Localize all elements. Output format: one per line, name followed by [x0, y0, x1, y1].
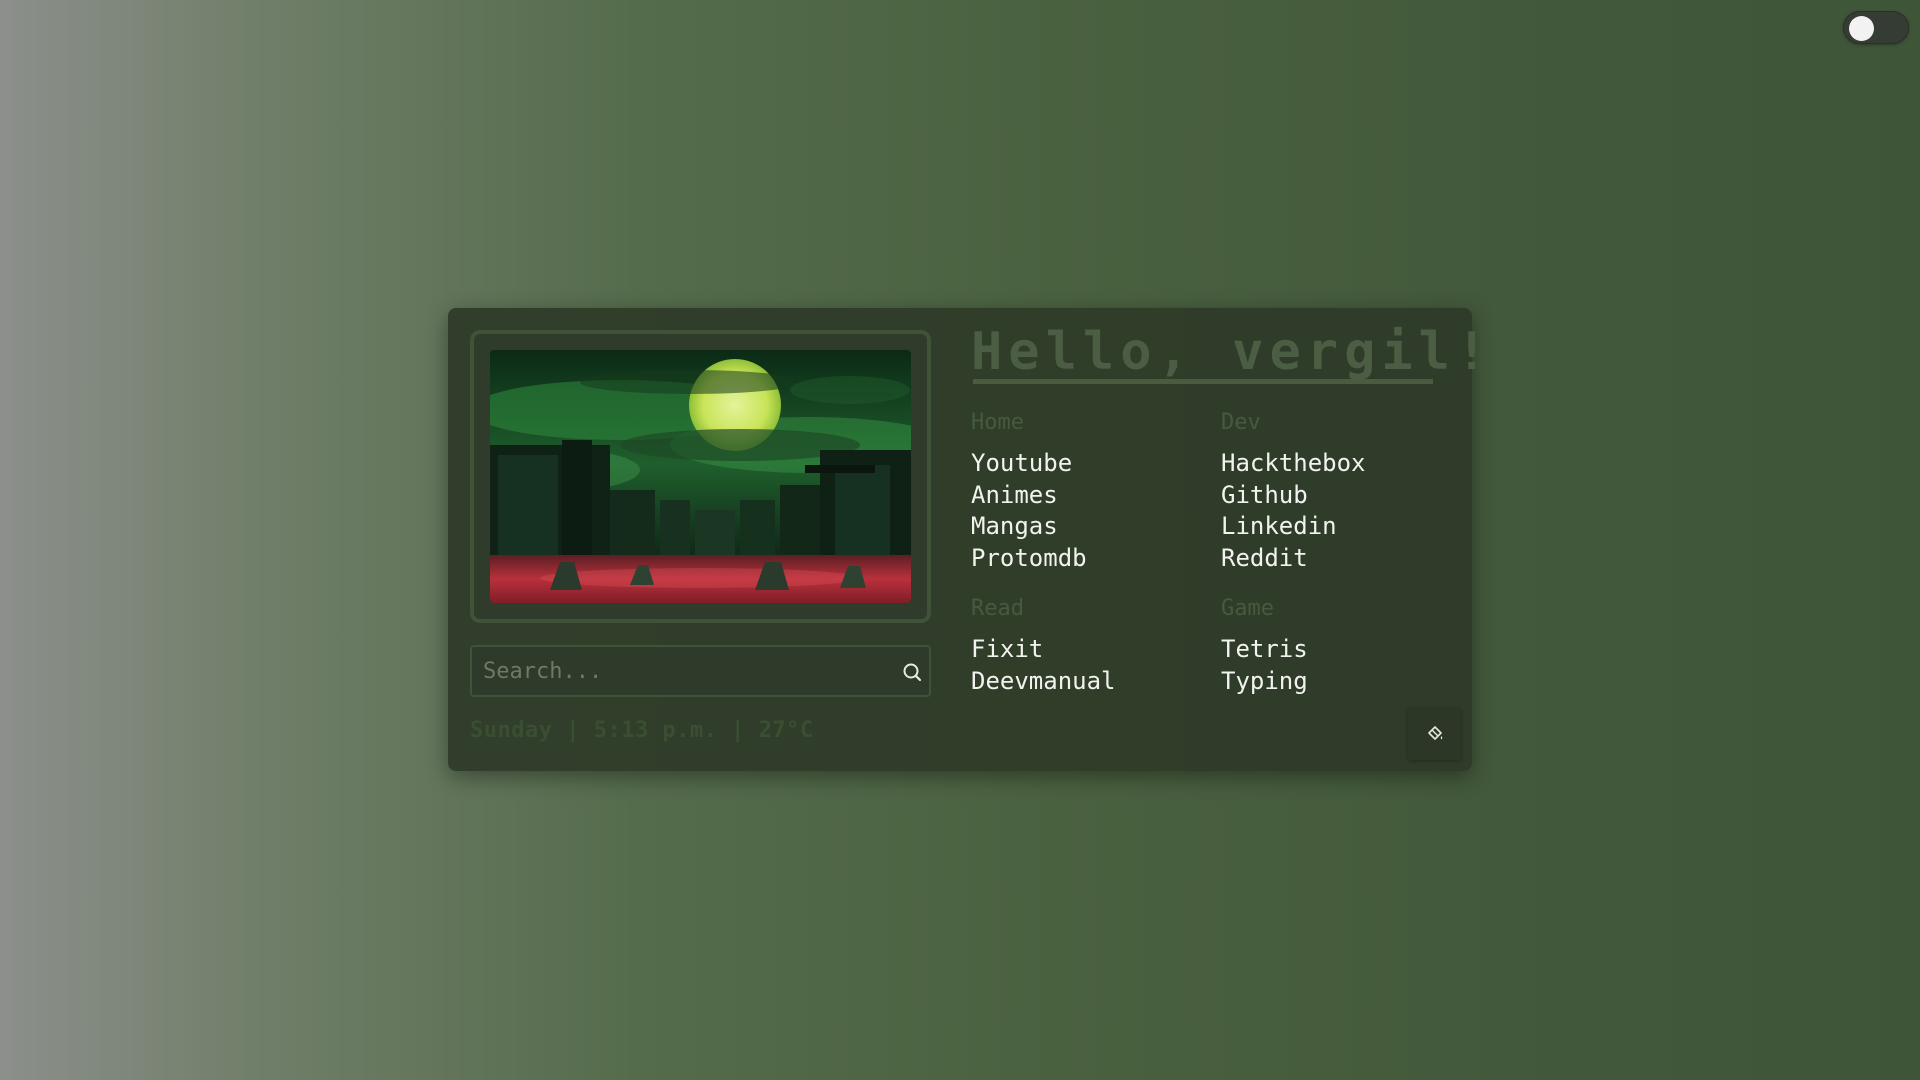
toggle-knob [1849, 16, 1874, 41]
link-group-home: Home Youtube Animes Mangas Protomdb [971, 410, 1201, 574]
link-github[interactable]: Github [1221, 480, 1451, 512]
search-input[interactable]: Search... [483, 659, 602, 684]
group-title: Home [971, 410, 1024, 435]
status-bar: Sunday | 5:13 p.m. | 27°C [470, 718, 814, 743]
greeting-underline [973, 379, 1433, 384]
link-youtube[interactable]: Youtube [971, 448, 1201, 480]
group-title: Game [1221, 596, 1274, 621]
banner-frame [470, 330, 931, 623]
banner-image [490, 350, 911, 603]
paint-bucket-icon [1428, 726, 1443, 740]
search-box[interactable]: Search... [470, 645, 931, 697]
link-deevmanual[interactable]: Deevmanual [971, 666, 1201, 698]
search-icon[interactable] [900, 660, 924, 684]
link-fixit[interactable]: Fixit [971, 634, 1201, 666]
group-title: Dev [1221, 410, 1261, 435]
link-group-dev: Dev Hackthebox Github Linkedin Reddit [1221, 410, 1451, 574]
link-protomdb[interactable]: Protomdb [971, 543, 1201, 575]
greeting-title: Hello, vergil! [971, 322, 1494, 382]
theme-settings-button[interactable] [1408, 708, 1461, 760]
link-mangas[interactable]: Mangas [971, 511, 1201, 543]
theme-toggle[interactable] [1843, 11, 1909, 44]
link-group-read: Read Fixit Deevmanual [971, 596, 1201, 697]
link-reddit[interactable]: Reddit [1221, 543, 1451, 575]
start-page-card: Search... Sunday | 5:13 p.m. | 27°C Hell… [448, 308, 1487, 771]
link-tetris[interactable]: Tetris [1221, 634, 1451, 666]
link-typing[interactable]: Typing [1221, 666, 1451, 698]
link-group-game: Game Tetris Typing [1221, 596, 1451, 697]
link-hackthebox[interactable]: Hackthebox [1221, 448, 1451, 480]
group-title: Read [971, 596, 1024, 621]
link-animes[interactable]: Animes [971, 480, 1201, 512]
link-linkedin[interactable]: Linkedin [1221, 511, 1451, 543]
